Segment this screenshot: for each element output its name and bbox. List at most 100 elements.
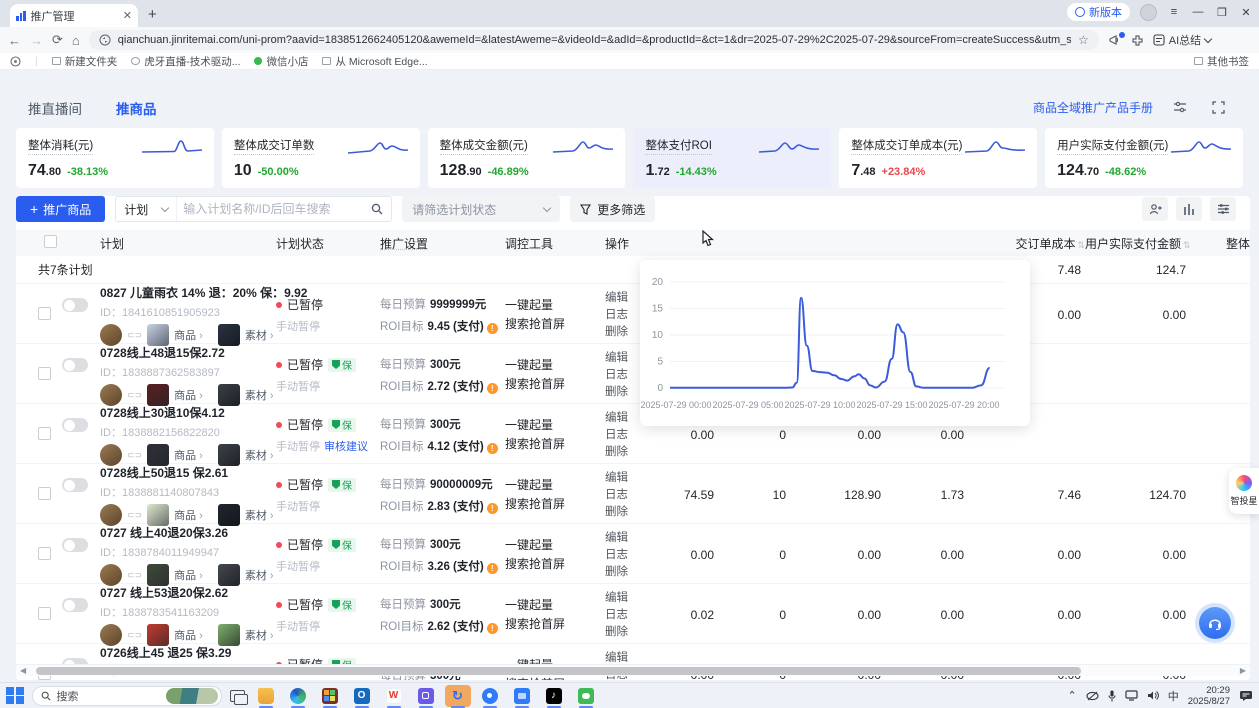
- product-thumbnail[interactable]: [147, 624, 169, 646]
- delete-link[interactable]: 删除: [605, 624, 663, 641]
- one-key-boost-link[interactable]: 一键起量: [505, 356, 605, 375]
- search-icon[interactable]: [363, 203, 391, 215]
- scrollbar-thumb[interactable]: [36, 667, 1081, 675]
- extension-megaphone-icon[interactable]: [1108, 34, 1122, 47]
- row-checkbox[interactable]: [38, 367, 51, 380]
- touchpad-off-icon[interactable]: [1086, 691, 1099, 701]
- window-minimize-button[interactable]: —: [1191, 6, 1205, 18]
- plan-toggle[interactable]: [62, 478, 88, 492]
- network-icon[interactable]: [1125, 690, 1138, 701]
- bookmark-item[interactable]: 从 Microsoft Edge...: [322, 54, 427, 69]
- product-thumbnail[interactable]: [147, 504, 169, 526]
- product-thumbnail[interactable]: [147, 384, 169, 406]
- metric-card[interactable]: 整体消耗(元)74.80-38.13%: [16, 128, 214, 188]
- column-settings-icon[interactable]: [1210, 197, 1236, 221]
- promote-goods-button[interactable]: +推广商品: [16, 196, 105, 222]
- plan-title[interactable]: 0728线上30退10保4.12: [100, 404, 274, 421]
- edit-link[interactable]: 编辑: [605, 590, 663, 607]
- roi-warning-icon[interactable]: !: [487, 563, 498, 574]
- search-top-screen-link[interactable]: 搜索抢首屏: [505, 375, 605, 394]
- plan-toggle[interactable]: [62, 418, 88, 432]
- product-thumbnail[interactable]: [147, 564, 169, 586]
- taskbar-wps-icon[interactable]: W: [381, 685, 407, 707]
- chart-columns-icon[interactable]: [1176, 197, 1202, 221]
- product-link[interactable]: 商品 ›: [174, 387, 203, 403]
- row-checkbox[interactable]: [38, 547, 51, 560]
- taskbar-search-box[interactable]: 搜索: [32, 686, 222, 706]
- window-restore-button[interactable]: ❐: [1215, 6, 1229, 19]
- back-icon[interactable]: ←: [8, 33, 21, 48]
- edit-link[interactable]: 编辑: [605, 530, 663, 547]
- product-manual-link[interactable]: 商品全域推广产品手册: [1033, 99, 1153, 116]
- bookmark-star-icon[interactable]: ☆: [1078, 33, 1089, 47]
- scroll-left-arrow[interactable]: ◀: [20, 666, 26, 675]
- plan-toggle[interactable]: [62, 358, 88, 372]
- zhitouxing-assistant-widget[interactable]: 智投星: [1229, 468, 1259, 514]
- plan-type-select[interactable]: 计划: [116, 197, 177, 221]
- delete-link[interactable]: 删除: [605, 564, 663, 581]
- material-link[interactable]: 素材 ›: [245, 387, 274, 403]
- bookmark-item[interactable]: 微信小店: [254, 54, 308, 69]
- reload-icon[interactable]: ⟳: [52, 32, 63, 48]
- roi-warning-icon[interactable]: !: [487, 443, 498, 454]
- site-info-icon[interactable]: [99, 34, 111, 46]
- tab-close-icon[interactable]: ✕: [123, 9, 132, 22]
- plan-title[interactable]: 0728线上48退15保2.72: [100, 344, 274, 361]
- row-checkbox[interactable]: [38, 607, 51, 620]
- taskbar-active-loop-app-icon[interactable]: ↻: [445, 685, 471, 707]
- product-link[interactable]: 商品 ›: [174, 447, 203, 463]
- tab-live-room[interactable]: 推直播间: [28, 98, 82, 118]
- plan-status-select[interactable]: 请筛选计划状态: [402, 196, 560, 222]
- roi-warning-icon[interactable]: !: [487, 503, 498, 514]
- plan-toggle[interactable]: [62, 298, 88, 312]
- browser-profile-avatar[interactable]: [1140, 4, 1157, 21]
- more-filter-button[interactable]: 更多筛选: [570, 196, 655, 222]
- url-field[interactable]: qianchuan.jinritemai.com/uni-prom?aavid=…: [89, 30, 1099, 50]
- material-link[interactable]: 素材 ›: [245, 627, 274, 643]
- log-link[interactable]: 日志: [605, 547, 663, 564]
- taskbar-purple-app-icon[interactable]: [413, 685, 439, 707]
- material-thumbnail[interactable]: [218, 444, 240, 466]
- browser-menu-icon[interactable]: ≡: [1167, 6, 1181, 18]
- review-suggestion-link[interactable]: 审核建议: [324, 441, 368, 453]
- search-top-screen-link[interactable]: 搜索抢首屏: [505, 615, 605, 634]
- bookmark-item[interactable]: 新建文件夹: [52, 54, 118, 69]
- roi-warning-icon[interactable]: !: [487, 623, 498, 634]
- product-link[interactable]: 商品 ›: [174, 327, 203, 343]
- material-link[interactable]: 素材 ›: [245, 447, 274, 463]
- row-checkbox[interactable]: [38, 307, 51, 320]
- taskbar-remote-app-icon[interactable]: [509, 685, 535, 707]
- forward-icon[interactable]: →: [30, 33, 43, 48]
- header-order-cost[interactable]: 交订单成本⇅: [968, 235, 1085, 252]
- bookmark-item[interactable]: 虎牙直播-技术驱动...: [131, 54, 240, 69]
- one-key-boost-link[interactable]: 一键起量: [505, 296, 605, 315]
- notification-center-icon[interactable]: [1239, 690, 1253, 702]
- search-top-screen-link[interactable]: 搜索抢首屏: [505, 435, 605, 454]
- delete-link[interactable]: 删除: [605, 504, 663, 521]
- log-link[interactable]: 日志: [605, 487, 663, 504]
- product-thumbnail[interactable]: [147, 444, 169, 466]
- header-user-paid[interactable]: 用户实际支付金额⇅: [1085, 235, 1190, 252]
- side-panel-icon[interactable]: [10, 56, 21, 67]
- material-thumbnail[interactable]: [218, 384, 240, 406]
- plan-search-input[interactable]: [177, 202, 363, 216]
- home-icon[interactable]: ⌂: [72, 33, 80, 48]
- task-view-icon[interactable]: [230, 690, 245, 702]
- product-link[interactable]: 商品 ›: [174, 567, 203, 583]
- taskbar-edge-icon[interactable]: [285, 685, 311, 707]
- volume-icon[interactable]: [1147, 690, 1159, 701]
- audience-export-icon[interactable]: [1142, 197, 1168, 221]
- other-bookmarks-button[interactable]: 其他书签: [1194, 54, 1249, 69]
- adjust-settings-icon[interactable]: [1169, 98, 1191, 116]
- taskbar-outlook-icon[interactable]: O: [349, 685, 375, 707]
- plan-title[interactable]: 0728线上50退15 保2.61: [100, 464, 274, 481]
- product-link[interactable]: 商品 ›: [174, 627, 203, 643]
- horizontal-scrollbar[interactable]: ◀ ▶: [16, 664, 1250, 676]
- metric-card[interactable]: 整体成交金额(元)128.90-46.89%: [428, 128, 626, 188]
- product-thumbnail[interactable]: [147, 324, 169, 346]
- plan-toggle[interactable]: [62, 598, 88, 612]
- search-top-screen-link[interactable]: 搜索抢首屏: [505, 315, 605, 334]
- browser-tab[interactable]: 推广管理 ✕: [10, 4, 138, 27]
- search-top-screen-link[interactable]: 搜索抢首屏: [505, 555, 605, 574]
- one-key-boost-link[interactable]: 一键起量: [505, 476, 605, 495]
